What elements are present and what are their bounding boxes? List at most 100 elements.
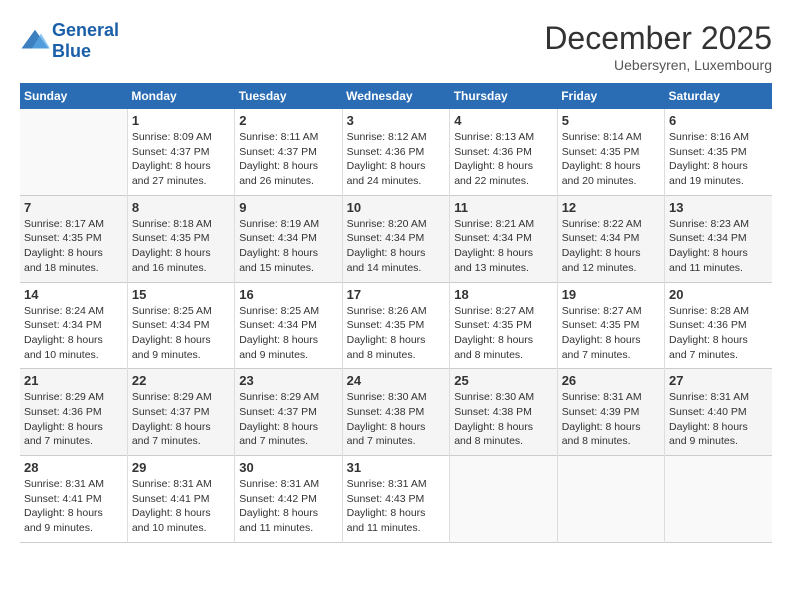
day-info: Sunrise: 8:31 AMSunset: 4:41 PMDaylight:… [24, 477, 123, 536]
day-info: Sunrise: 8:31 AMSunset: 4:39 PMDaylight:… [562, 390, 660, 449]
day-number: 12 [562, 200, 660, 215]
day-info: Sunrise: 8:17 AMSunset: 4:35 PMDaylight:… [24, 217, 123, 276]
day-of-week-header: Tuesday [235, 83, 342, 109]
calendar-week-row: 1 Sunrise: 8:09 AMSunset: 4:37 PMDayligh… [20, 109, 772, 195]
day-number: 14 [24, 287, 123, 302]
calendar-cell [557, 456, 664, 543]
day-info: Sunrise: 8:31 AMSunset: 4:43 PMDaylight:… [347, 477, 446, 536]
calendar-cell: 31 Sunrise: 8:31 AMSunset: 4:43 PMDaylig… [342, 456, 450, 543]
calendar-cell: 1 Sunrise: 8:09 AMSunset: 4:37 PMDayligh… [127, 109, 234, 195]
calendar-cell: 2 Sunrise: 8:11 AMSunset: 4:37 PMDayligh… [235, 109, 342, 195]
calendar-cell: 14 Sunrise: 8:24 AMSunset: 4:34 PMDaylig… [20, 282, 127, 369]
calendar-cell: 11 Sunrise: 8:21 AMSunset: 4:34 PMDaylig… [450, 195, 557, 282]
calendar-cell: 15 Sunrise: 8:25 AMSunset: 4:34 PMDaylig… [127, 282, 234, 369]
day-info: Sunrise: 8:14 AMSunset: 4:35 PMDaylight:… [562, 130, 660, 189]
day-number: 2 [239, 113, 337, 128]
day-info: Sunrise: 8:26 AMSunset: 4:35 PMDaylight:… [347, 304, 446, 363]
calendar-cell: 26 Sunrise: 8:31 AMSunset: 4:39 PMDaylig… [557, 369, 664, 456]
day-number: 30 [239, 460, 337, 475]
day-number: 1 [132, 113, 230, 128]
day-number: 18 [454, 287, 552, 302]
day-number: 27 [669, 373, 768, 388]
day-info: Sunrise: 8:11 AMSunset: 4:37 PMDaylight:… [239, 130, 337, 189]
day-of-week-header: Sunday [20, 83, 127, 109]
day-number: 4 [454, 113, 552, 128]
calendar-cell: 24 Sunrise: 8:30 AMSunset: 4:38 PMDaylig… [342, 369, 450, 456]
day-number: 16 [239, 287, 337, 302]
day-number: 29 [132, 460, 230, 475]
day-number: 7 [24, 200, 123, 215]
day-info: Sunrise: 8:30 AMSunset: 4:38 PMDaylight:… [454, 390, 552, 449]
day-info: Sunrise: 8:12 AMSunset: 4:36 PMDaylight:… [347, 130, 446, 189]
day-number: 26 [562, 373, 660, 388]
day-info: Sunrise: 8:30 AMSunset: 4:38 PMDaylight:… [347, 390, 446, 449]
logo-text: General [52, 20, 119, 41]
day-info: Sunrise: 8:13 AMSunset: 4:36 PMDaylight:… [454, 130, 552, 189]
day-info: Sunrise: 8:27 AMSunset: 4:35 PMDaylight:… [562, 304, 660, 363]
day-info: Sunrise: 8:18 AMSunset: 4:35 PMDaylight:… [132, 217, 230, 276]
calendar-cell: 7 Sunrise: 8:17 AMSunset: 4:35 PMDayligh… [20, 195, 127, 282]
calendar-week-row: 14 Sunrise: 8:24 AMSunset: 4:34 PMDaylig… [20, 282, 772, 369]
day-of-week-header: Wednesday [342, 83, 450, 109]
calendar-cell: 8 Sunrise: 8:18 AMSunset: 4:35 PMDayligh… [127, 195, 234, 282]
day-info: Sunrise: 8:20 AMSunset: 4:34 PMDaylight:… [347, 217, 446, 276]
calendar-cell: 19 Sunrise: 8:27 AMSunset: 4:35 PMDaylig… [557, 282, 664, 369]
calendar-cell: 23 Sunrise: 8:29 AMSunset: 4:37 PMDaylig… [235, 369, 342, 456]
calendar-week-row: 7 Sunrise: 8:17 AMSunset: 4:35 PMDayligh… [20, 195, 772, 282]
day-number: 13 [669, 200, 768, 215]
calendar-cell: 25 Sunrise: 8:30 AMSunset: 4:38 PMDaylig… [450, 369, 557, 456]
day-info: Sunrise: 8:09 AMSunset: 4:37 PMDaylight:… [132, 130, 230, 189]
day-number: 15 [132, 287, 230, 302]
page-header: General Blue December 2025 Uebersyren, L… [20, 20, 772, 73]
day-info: Sunrise: 8:28 AMSunset: 4:36 PMDaylight:… [669, 304, 768, 363]
calendar-cell: 6 Sunrise: 8:16 AMSunset: 4:35 PMDayligh… [665, 109, 772, 195]
calendar-cell: 30 Sunrise: 8:31 AMSunset: 4:42 PMDaylig… [235, 456, 342, 543]
day-info: Sunrise: 8:29 AMSunset: 4:36 PMDaylight:… [24, 390, 123, 449]
calendar-cell: 20 Sunrise: 8:28 AMSunset: 4:36 PMDaylig… [665, 282, 772, 369]
calendar-header: SundayMondayTuesdayWednesdayThursdayFrid… [20, 83, 772, 109]
day-number: 3 [347, 113, 446, 128]
calendar-cell: 10 Sunrise: 8:20 AMSunset: 4:34 PMDaylig… [342, 195, 450, 282]
calendar-cell: 21 Sunrise: 8:29 AMSunset: 4:36 PMDaylig… [20, 369, 127, 456]
calendar-cell: 4 Sunrise: 8:13 AMSunset: 4:36 PMDayligh… [450, 109, 557, 195]
day-number: 19 [562, 287, 660, 302]
day-info: Sunrise: 8:29 AMSunset: 4:37 PMDaylight:… [239, 390, 337, 449]
day-info: Sunrise: 8:31 AMSunset: 4:41 PMDaylight:… [132, 477, 230, 536]
day-info: Sunrise: 8:23 AMSunset: 4:34 PMDaylight:… [669, 217, 768, 276]
day-info: Sunrise: 8:29 AMSunset: 4:37 PMDaylight:… [132, 390, 230, 449]
calendar-week-row: 21 Sunrise: 8:29 AMSunset: 4:36 PMDaylig… [20, 369, 772, 456]
day-number: 21 [24, 373, 123, 388]
calendar-table: SundayMondayTuesdayWednesdayThursdayFrid… [20, 83, 772, 543]
day-number: 24 [347, 373, 446, 388]
calendar-cell [665, 456, 772, 543]
day-info: Sunrise: 8:22 AMSunset: 4:34 PMDaylight:… [562, 217, 660, 276]
title-block: December 2025 Uebersyren, Luxembourg [544, 20, 772, 73]
calendar-cell: 17 Sunrise: 8:26 AMSunset: 4:35 PMDaylig… [342, 282, 450, 369]
calendar-cell: 9 Sunrise: 8:19 AMSunset: 4:34 PMDayligh… [235, 195, 342, 282]
calendar-cell: 22 Sunrise: 8:29 AMSunset: 4:37 PMDaylig… [127, 369, 234, 456]
calendar-cell: 28 Sunrise: 8:31 AMSunset: 4:41 PMDaylig… [20, 456, 127, 543]
day-of-week-header: Saturday [665, 83, 772, 109]
day-info: Sunrise: 8:21 AMSunset: 4:34 PMDaylight:… [454, 217, 552, 276]
day-number: 9 [239, 200, 337, 215]
day-info: Sunrise: 8:24 AMSunset: 4:34 PMDaylight:… [24, 304, 123, 363]
day-number: 20 [669, 287, 768, 302]
month-year-title: December 2025 [544, 20, 772, 57]
day-info: Sunrise: 8:25 AMSunset: 4:34 PMDaylight:… [239, 304, 337, 363]
day-number: 23 [239, 373, 337, 388]
day-number: 25 [454, 373, 552, 388]
day-of-week-header: Friday [557, 83, 664, 109]
logo-subtext: Blue [52, 41, 119, 62]
day-number: 5 [562, 113, 660, 128]
calendar-cell [450, 456, 557, 543]
day-number: 31 [347, 460, 446, 475]
calendar-cell [20, 109, 127, 195]
day-info: Sunrise: 8:19 AMSunset: 4:34 PMDaylight:… [239, 217, 337, 276]
day-of-week-header: Thursday [450, 83, 557, 109]
calendar-cell: 13 Sunrise: 8:23 AMSunset: 4:34 PMDaylig… [665, 195, 772, 282]
day-info: Sunrise: 8:16 AMSunset: 4:35 PMDaylight:… [669, 130, 768, 189]
calendar-cell: 27 Sunrise: 8:31 AMSunset: 4:40 PMDaylig… [665, 369, 772, 456]
calendar-cell: 29 Sunrise: 8:31 AMSunset: 4:41 PMDaylig… [127, 456, 234, 543]
logo-icon [20, 26, 50, 56]
calendar-cell: 5 Sunrise: 8:14 AMSunset: 4:35 PMDayligh… [557, 109, 664, 195]
